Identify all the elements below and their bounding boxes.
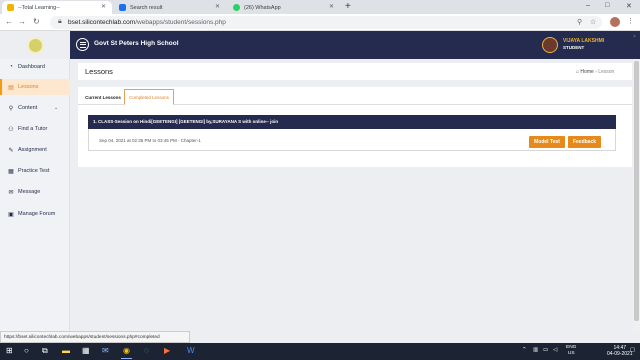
browser-tab-title: --Total Learning-- — [18, 4, 60, 11]
search-icon: ⚲ — [8, 105, 14, 112]
browser-tab-title: (26) WhatsApp — [244, 4, 281, 11]
close-window-icon[interactable]: ✕ — [626, 2, 632, 10]
language-indicator[interactable]: ENG US — [566, 345, 576, 357]
sidebar-item-label: Content — [18, 105, 38, 111]
sidebar-item-manage-forum[interactable]: ▣ Manage Forum — [0, 206, 70, 222]
sidebar-item-label: Find a Tutor — [18, 126, 48, 132]
new-tab-icon[interactable]: + — [345, 1, 351, 13]
lock-icon[interactable]: 🔒︎ — [58, 18, 62, 26]
page-scrollbar[interactable] — [633, 59, 640, 331]
sidebar-item-message[interactable]: ✉ Message — [0, 184, 70, 200]
browser-tab-total-learning[interactable]: --Total Learning-- ✕ — [2, 1, 112, 14]
word-icon[interactable]: W — [187, 346, 195, 356]
volume-icon[interactable]: ◁ — [553, 347, 557, 353]
url-text[interactable]: bset.silicontechlab.com/webapps/student/… — [68, 19, 226, 26]
breadcrumb: ⌂ Home › Lesson — [576, 69, 614, 75]
breadcrumb-current: Lesson — [598, 69, 615, 75]
media-player-icon[interactable]: ▶ — [164, 346, 170, 356]
tab-favicon-icon — [119, 4, 126, 11]
scrollbar-thumb[interactable] — [634, 61, 639, 321]
pencil-icon: ✎ — [8, 147, 14, 154]
sidebar: ◔ Dashboard ▤ Lessons ⚲ Content ⌄ ⚇ Find… — [0, 59, 70, 331]
tab-completed-lessons[interactable]: Completed Lessons — [124, 89, 174, 105]
maximize-icon[interactable]: □ — [605, 2, 609, 9]
sidebar-item-practice-test[interactable]: ▦ Practice Test — [0, 163, 70, 179]
network-icon[interactable]: ▥ — [533, 347, 538, 353]
tab-favicon-icon — [233, 4, 240, 11]
forum-icon: ▣ — [8, 211, 14, 218]
user-name[interactable]: VIJAYA LAKSHMI — [563, 38, 604, 44]
sidebar-item-label: Message — [18, 189, 41, 195]
address-bar[interactable]: 🔒︎ bset.silicontechlab.com/webapps/stude… — [50, 16, 602, 29]
lesson-title[interactable]: 1. CLASS-Session on Hindi[GEETENGI] [GEE… — [93, 119, 278, 124]
user-role: STUDENT — [563, 45, 585, 50]
browser-toolbar: ← → ↻ 🔒︎ bset.silicontechlab.com/webapps… — [0, 14, 640, 31]
dashboard-icon: ◔ — [9, 64, 13, 70]
sidebar-item-label: Manage Forum — [18, 211, 56, 217]
back-icon[interactable]: ← — [5, 17, 13, 27]
bookmark-star-icon[interactable]: ☆ — [590, 18, 596, 26]
windows-taskbar: ⊞ ○ ⧉ ▬ ▦ ✉ ◉ ◌ ▶ W ⌃ ▥ ▭ ◁ ▢ — [0, 343, 640, 360]
store-icon[interactable]: ▦ — [82, 346, 90, 356]
browser-tab-title: Search result — [130, 4, 163, 11]
status-link-url: https://bset.silicontechlab.com/webapps/… — [0, 331, 190, 343]
feedback-button[interactable]: Feedback — [568, 136, 601, 148]
breadcrumb-separator: › — [595, 69, 597, 75]
browser-tab-whatsapp[interactable]: (26) WhatsApp ✕ — [228, 1, 340, 14]
chevron-down-icon: ⌄ — [54, 105, 59, 111]
sidebar-item-content[interactable]: ⚲ Content ⌄ — [0, 100, 70, 116]
task-view-icon[interactable]: ⧉ — [42, 346, 48, 356]
sidebar-item-find-tutor[interactable]: ⚇ Find a Tutor — [0, 121, 70, 137]
tab-close-icon[interactable]: ✕ — [215, 3, 220, 10]
edge-icon[interactable]: ◌ — [144, 346, 149, 356]
search-icon[interactable]: ○ — [24, 346, 29, 356]
profile-avatar-icon[interactable] — [610, 17, 620, 27]
reload-icon[interactable]: ↻ — [33, 17, 40, 27]
tab-close-icon[interactable]: ✕ — [101, 3, 106, 10]
sidebar-item-dashboard[interactable]: ◔ Dashboard — [0, 59, 70, 75]
breadcrumb-home[interactable]: Home — [580, 69, 593, 75]
file-explorer-icon[interactable]: ▬ — [62, 346, 70, 356]
lesson-title-bar: 1. CLASS-Session on Hindi[GEETENGI] [GEE… — [88, 115, 616, 129]
minimize-icon[interactable]: – — [586, 2, 590, 9]
tab-close-icon[interactable]: ✕ — [329, 3, 334, 10]
model-test-button[interactable]: Model Test — [529, 136, 565, 148]
forward-icon[interactable]: → — [18, 17, 26, 27]
page-title: Lessons — [85, 67, 113, 76]
sidebar-item-label: Dashboard — [18, 64, 45, 70]
mail-icon[interactable]: ✉ — [102, 346, 109, 356]
sidebar-item-label: Assignment — [18, 147, 47, 153]
tab-current-lessons[interactable]: Current Lessons — [80, 89, 126, 105]
sidebar-item-assignment[interactable]: ✎ Assignment — [0, 142, 70, 158]
chrome-icon[interactable]: ◉ — [121, 346, 132, 359]
envelope-icon: ✉ — [8, 189, 14, 196]
home-icon[interactable]: ⌂ — [576, 69, 579, 75]
zoom-search-icon[interactable]: ⚲ — [577, 18, 582, 26]
test-icon: ▦ — [8, 168, 14, 175]
sidebar-item-lessons[interactable]: ▤ Lessons — [0, 79, 70, 95]
lessons-icon: ▤ — [8, 84, 14, 91]
user-icon: ⚇ — [8, 126, 14, 133]
hamburger-menu-icon[interactable] — [76, 38, 89, 51]
tray-chevron-icon[interactable]: ⌃ — [522, 347, 527, 353]
tab-favicon-icon — [7, 4, 14, 11]
browser-menu-icon[interactable]: ⋮ — [627, 17, 634, 25]
school-name: Govt St Peters High School — [94, 40, 179, 47]
user-avatar[interactable] — [542, 37, 558, 53]
scroll-up-arrow-icon[interactable]: ▲ — [632, 33, 637, 39]
lesson-time: Sep 04, 2021 at 02:35 PM to 03:45 PM - C… — [99, 138, 201, 143]
sidebar-item-label: Practice Test — [18, 168, 50, 174]
page-header — [78, 63, 632, 80]
taskbar-clock[interactable]: 14:47 04-09-2021 — [607, 345, 633, 357]
browser-tab-search-result[interactable]: Search result ✕ — [114, 1, 226, 14]
windows-start-icon[interactable]: ⊞ — [6, 346, 13, 356]
school-logo[interactable] — [27, 37, 44, 54]
sidebar-item-label: Lessons — [18, 84, 39, 90]
battery-icon[interactable]: ▭ — [543, 347, 548, 353]
